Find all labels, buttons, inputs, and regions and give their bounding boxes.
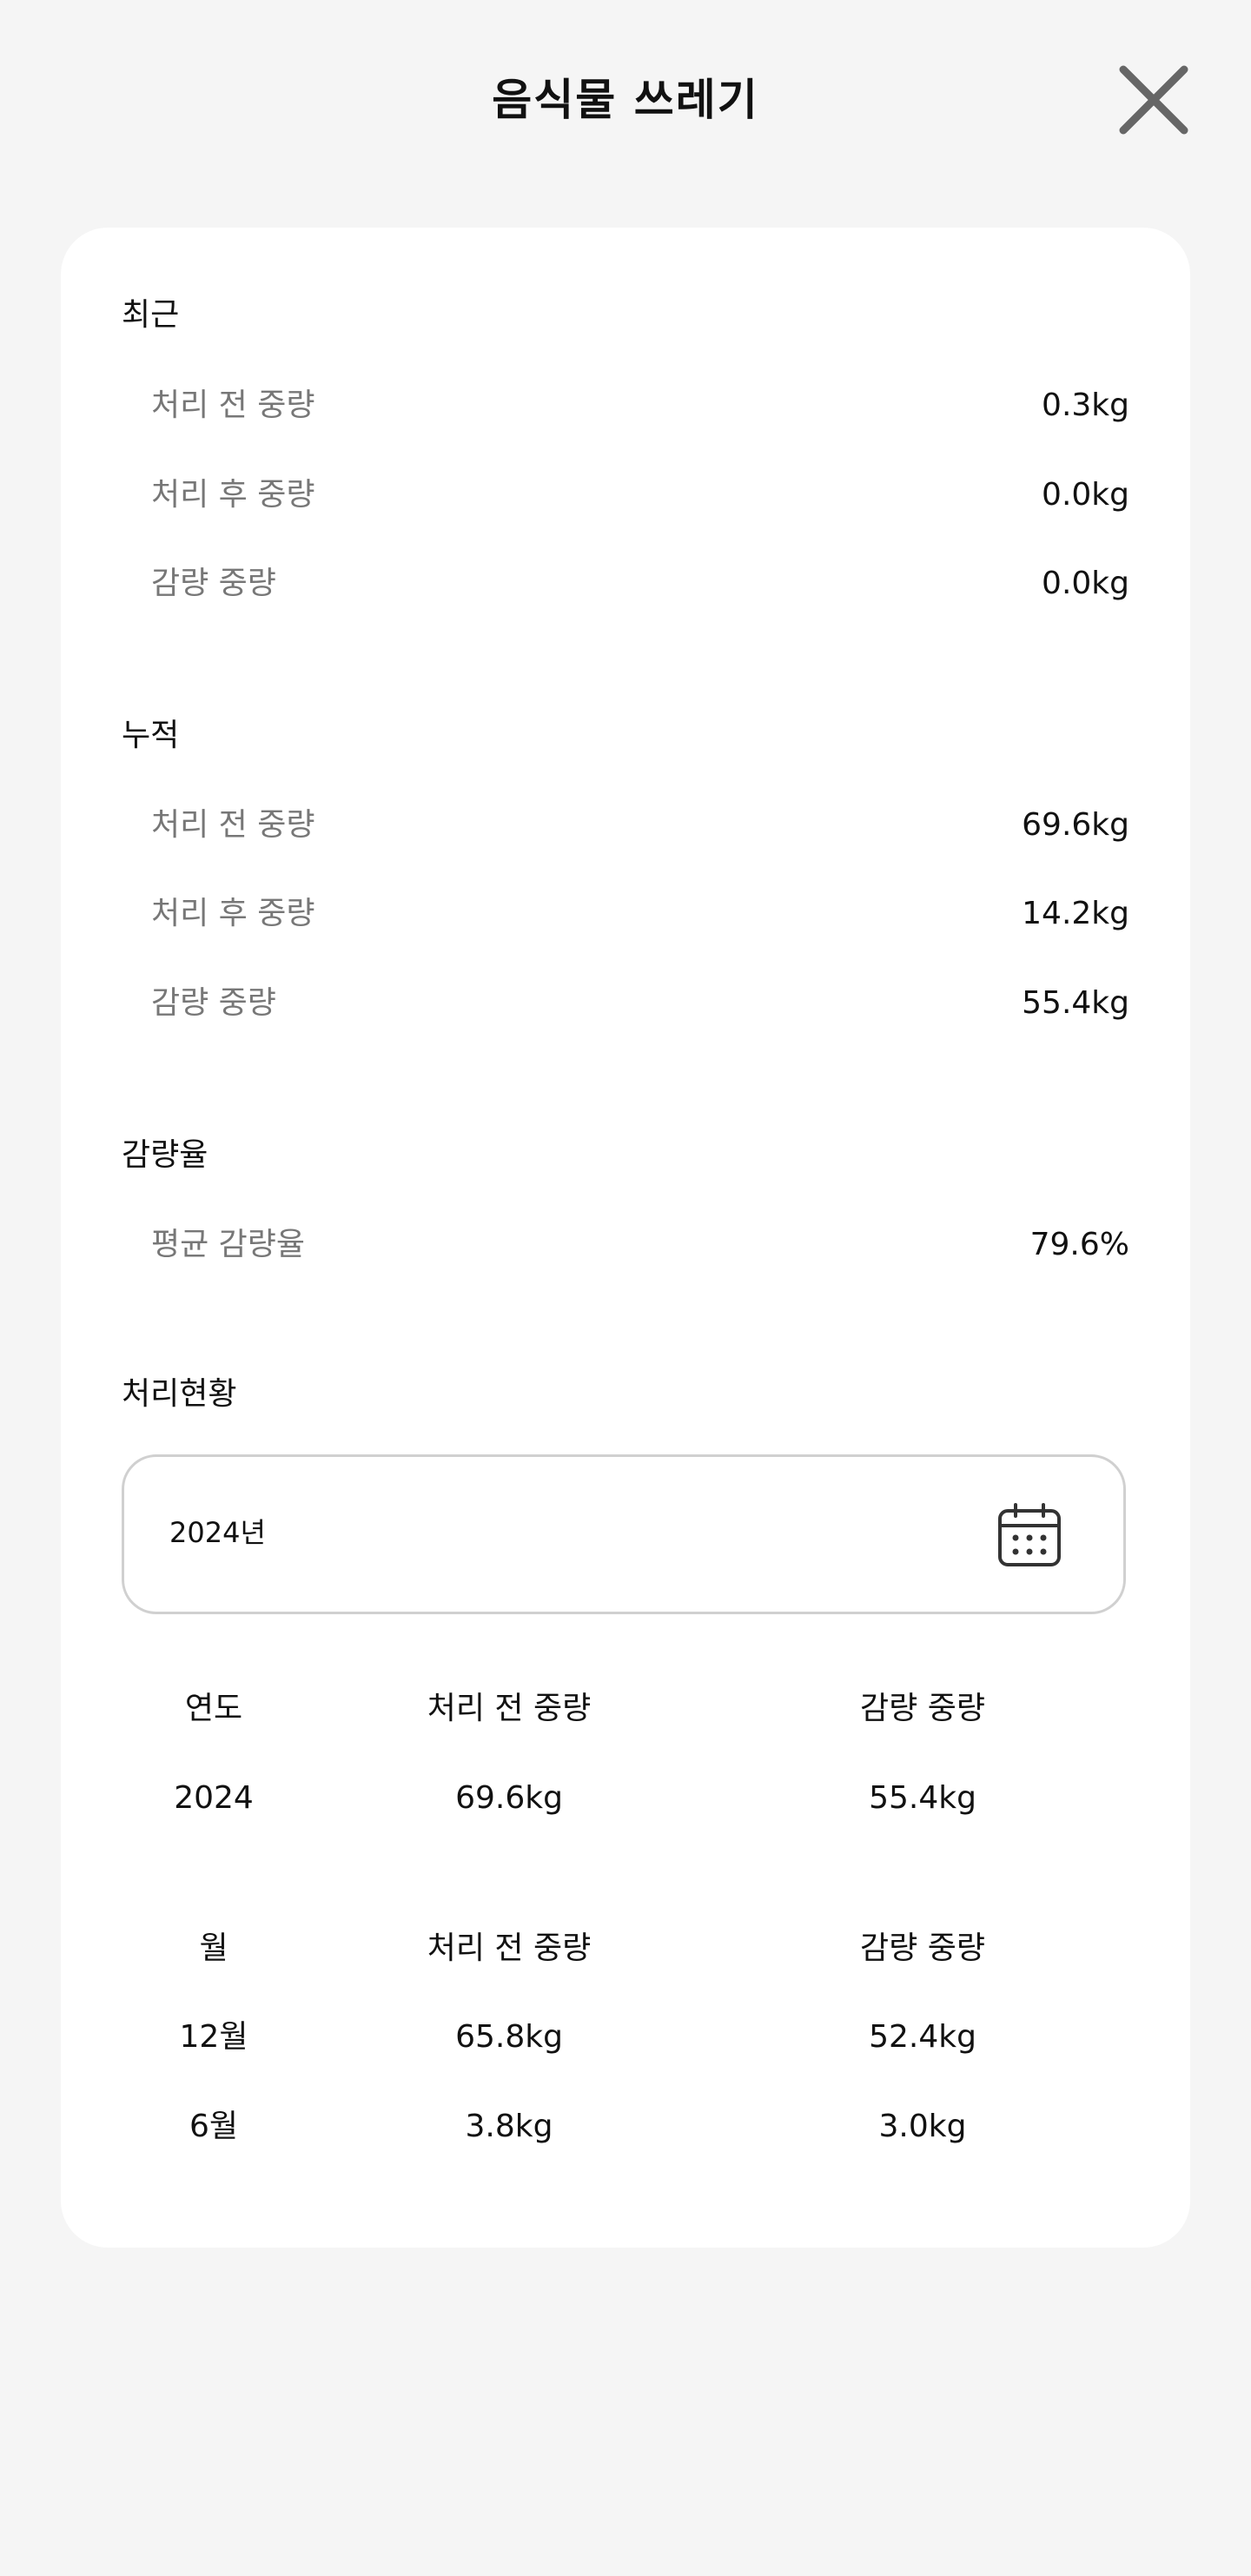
monthly-header-before-weight: 처리 전 중량 xyxy=(427,1930,592,1966)
yearly-row-before-weight: 69.6kg xyxy=(455,1780,563,1816)
yearly-header-reduced-weight: 감량 중량 xyxy=(860,1691,985,1726)
monthly-header-reduced-weight: 감량 중량 xyxy=(860,1930,985,1966)
section-title-cumulative: 누적 xyxy=(122,718,180,753)
year-picker-value: 2024년 xyxy=(169,1516,266,1549)
monthly-row-before-weight: 65.8kg xyxy=(455,2019,563,2055)
monthly-row-month: 6월 xyxy=(189,2109,239,2144)
cumulative-after-weight-label: 처리 후 중량 xyxy=(151,896,315,931)
yearly-row-reduced-weight: 55.4kg xyxy=(869,1780,976,1816)
calendar-icon xyxy=(998,1503,1061,1566)
recent-after-weight-value: 0.0kg xyxy=(1042,477,1129,513)
close-button[interactable] xyxy=(1116,63,1191,137)
recent-reduced-weight-value: 0.0kg xyxy=(1042,566,1129,601)
monthly-row-month: 12월 xyxy=(179,2019,248,2055)
recent-before-weight-value: 0.3kg xyxy=(1042,387,1129,423)
year-picker[interactable]: 2024년 xyxy=(122,1454,1126,1614)
monthly-row-before-weight: 3.8kg xyxy=(465,2109,553,2144)
summary-card: 최근 처리 전 중량 0.3kg 처리 후 중량 0.0kg 감량 중량 0.0… xyxy=(61,228,1190,2248)
yearly-header-year: 연도 xyxy=(184,1691,243,1726)
recent-reduced-weight-label: 감량 중량 xyxy=(151,566,276,601)
section-title-reduction-rate: 감량율 xyxy=(122,1137,208,1173)
cumulative-before-weight-value: 69.6kg xyxy=(1022,807,1129,843)
section-title-status: 처리현황 xyxy=(122,1376,237,1412)
close-icon xyxy=(1119,65,1188,135)
cumulative-reduced-weight-value: 55.4kg xyxy=(1022,985,1129,1021)
cumulative-before-weight-label: 처리 전 중량 xyxy=(151,807,315,843)
yearly-header-before-weight: 처리 전 중량 xyxy=(427,1691,592,1726)
monthly-header-month: 월 xyxy=(199,1930,228,1966)
average-reduction-rate-label: 평균 감량율 xyxy=(151,1227,306,1262)
average-reduction-rate-value: 79.6% xyxy=(1029,1227,1129,1262)
cumulative-reduced-weight-label: 감량 중량 xyxy=(151,985,276,1021)
monthly-row-reduced-weight: 52.4kg xyxy=(869,2019,976,2055)
monthly-row-reduced-weight: 3.0kg xyxy=(878,2109,967,2144)
page-title: 음식물 쓰레기 xyxy=(492,75,759,125)
section-title-recent: 최근 xyxy=(122,297,180,333)
cumulative-after-weight-value: 14.2kg xyxy=(1022,896,1129,931)
recent-after-weight-label: 처리 후 중량 xyxy=(151,477,315,513)
recent-before-weight-label: 처리 전 중량 xyxy=(151,387,315,423)
yearly-row-year: 2024 xyxy=(174,1780,254,1816)
